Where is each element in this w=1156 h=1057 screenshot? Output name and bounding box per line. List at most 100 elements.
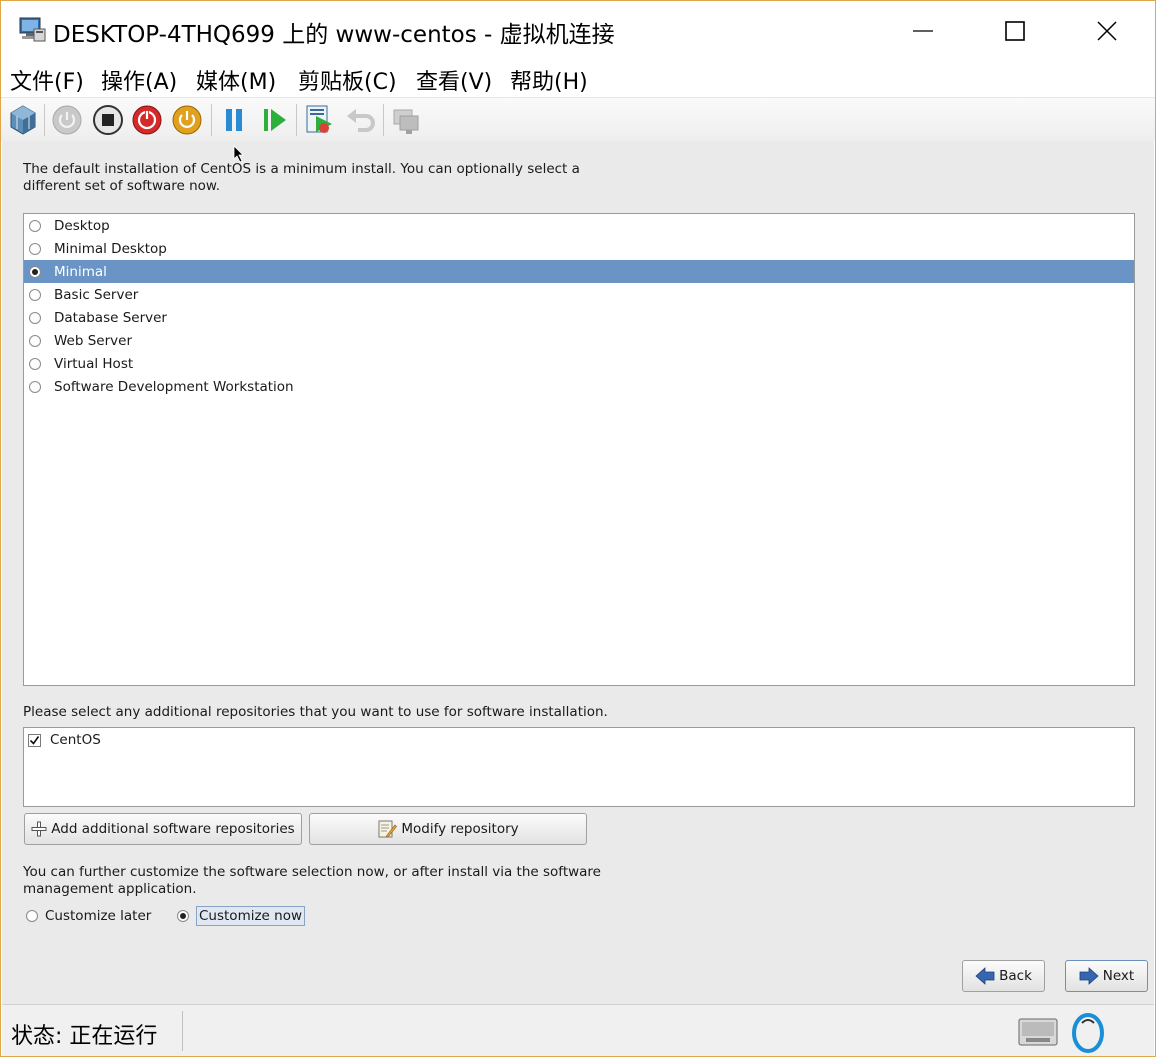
back-button[interactable]: Back bbox=[962, 960, 1045, 992]
arrow-left-icon bbox=[975, 967, 995, 985]
list-item-virtual-host[interactable]: Virtual Host bbox=[24, 352, 1134, 375]
list-item-basic-server[interactable]: Basic Server bbox=[24, 283, 1134, 306]
title-bar: DESKTOP-4THQ699 上的 www-centos - 虚拟机连接 bbox=[1, 1, 1155, 61]
radio-button[interactable] bbox=[29, 265, 41, 278]
enhanced-session-icon bbox=[393, 109, 419, 134]
checkpoint-icon bbox=[306, 105, 332, 133]
list-item-centos-repo[interactable]: CentOS bbox=[28, 731, 101, 749]
list-item-database-server[interactable]: Database Server bbox=[24, 306, 1134, 329]
menu-media[interactable]: 媒体(M) bbox=[196, 64, 276, 96]
radio-button[interactable] bbox=[29, 357, 41, 370]
enhanced-session-button[interactable] bbox=[388, 102, 424, 138]
radio-button[interactable] bbox=[26, 910, 38, 922]
toolbar-separator bbox=[383, 104, 384, 136]
close-icon bbox=[1097, 21, 1117, 41]
add-repository-button[interactable]: Add additional software repositories bbox=[24, 813, 302, 845]
list-item-web-server[interactable]: Web Server bbox=[24, 329, 1134, 352]
list-item-label: Database Server bbox=[54, 309, 167, 326]
revert-button[interactable] bbox=[342, 102, 378, 138]
status-bar: 状态: 正在运行 bbox=[2, 1004, 1154, 1056]
menu-action[interactable]: 操作(A) bbox=[101, 64, 177, 96]
site-logo bbox=[1072, 1013, 1104, 1053]
revert-icon bbox=[347, 109, 375, 132]
toolbar-separator bbox=[211, 104, 212, 136]
radio-button[interactable] bbox=[177, 910, 189, 922]
back-label: Back bbox=[999, 968, 1032, 984]
turn-off-button[interactable] bbox=[90, 102, 126, 138]
menu-clipboard[interactable]: 剪贴板(C) bbox=[298, 64, 397, 96]
ctrl-alt-del-icon bbox=[10, 105, 36, 135]
customize-later-option[interactable]: Customize later bbox=[23, 905, 151, 927]
list-item-label: Virtual Host bbox=[54, 355, 134, 372]
minimize-button[interactable] bbox=[877, 1, 969, 61]
repo-checkbox[interactable] bbox=[28, 733, 41, 747]
next-button[interactable]: Next bbox=[1065, 960, 1148, 992]
list-item-label: Minimal Desktop bbox=[54, 240, 167, 257]
repository-list[interactable]: CentOS bbox=[23, 727, 1135, 807]
customize-description: You can further customize the software s… bbox=[23, 864, 601, 897]
checkmark-icon bbox=[29, 735, 40, 745]
save-state-button[interactable] bbox=[169, 102, 205, 138]
menu-view[interactable]: 查看(V) bbox=[416, 64, 492, 96]
menu-help[interactable]: 帮助(H) bbox=[510, 64, 588, 96]
list-item-software-development-workstation[interactable]: Software Development Workstation bbox=[24, 375, 1134, 398]
maximize-icon bbox=[1005, 21, 1025, 41]
vm-screen[interactable]: The default installation of CentOS is a … bbox=[2, 141, 1154, 1004]
radio-button[interactable] bbox=[29, 288, 41, 301]
stop-icon bbox=[93, 105, 123, 135]
list-item-label: Desktop bbox=[54, 217, 110, 234]
toolbar bbox=[1, 97, 1155, 141]
edit-icon bbox=[378, 820, 398, 838]
mouse-pointer-icon bbox=[233, 145, 244, 163]
add-repository-label: Add additional software repositories bbox=[51, 821, 295, 837]
vm-status: 状态: 正在运行 bbox=[11, 1024, 158, 1049]
shutdown-button[interactable] bbox=[129, 102, 165, 138]
save-state-icon bbox=[172, 105, 202, 135]
window-title: DESKTOP-4THQ699 上的 www-centos - 虚拟机连接 bbox=[53, 22, 615, 48]
customize-now-option[interactable]: Customize now bbox=[174, 905, 306, 927]
shutdown-icon bbox=[132, 105, 162, 135]
power-icon bbox=[52, 105, 82, 135]
software-selection-list[interactable]: Desktop Minimal Desktop Minimal Basic Se… bbox=[23, 213, 1135, 686]
start-button[interactable] bbox=[49, 102, 85, 138]
vm-connection-icon bbox=[19, 17, 46, 42]
list-item-label: Basic Server bbox=[54, 286, 139, 303]
radio-button[interactable] bbox=[29, 334, 41, 347]
radio-button[interactable] bbox=[29, 311, 41, 324]
menu-bar: 文件(F) 操作(A) 媒体(M) 剪贴板(C) 查看(V) 帮助(H) bbox=[1, 61, 1155, 97]
modify-repository-button[interactable]: Modify repository bbox=[309, 813, 587, 845]
menu-file[interactable]: 文件(F) bbox=[10, 64, 84, 96]
pause-icon bbox=[226, 109, 242, 131]
list-item-label: Software Development Workstation bbox=[54, 378, 294, 395]
software-intro-text: The default installation of CentOS is a … bbox=[23, 161, 580, 194]
customize-later-label: Customize later bbox=[45, 908, 152, 924]
customize-now-label: Customize now bbox=[196, 906, 306, 926]
list-item-minimal-desktop[interactable]: Minimal Desktop bbox=[24, 237, 1134, 260]
toolbar-separator bbox=[44, 104, 45, 136]
arrow-right-icon bbox=[1079, 967, 1099, 985]
radio-button[interactable] bbox=[29, 242, 41, 255]
radio-button[interactable] bbox=[29, 380, 41, 393]
next-label: Next bbox=[1102, 968, 1135, 984]
maximize-button[interactable] bbox=[969, 1, 1061, 61]
list-item-label: Minimal bbox=[54, 263, 107, 280]
plus-icon bbox=[31, 821, 47, 837]
vm-connection-window: DESKTOP-4THQ699 上的 www-centos - 虚拟机连接 文件… bbox=[0, 0, 1156, 1057]
resume-icon bbox=[264, 109, 286, 131]
list-item-label: Web Server bbox=[54, 332, 132, 349]
modify-repository-label: Modify repository bbox=[401, 821, 519, 837]
toolbar-separator bbox=[296, 104, 297, 136]
radio-button[interactable] bbox=[29, 219, 41, 232]
list-item-desktop[interactable]: Desktop bbox=[24, 214, 1134, 237]
close-button[interactable] bbox=[1061, 1, 1153, 61]
keyboard-icon bbox=[1018, 1018, 1058, 1046]
resume-button[interactable] bbox=[256, 102, 292, 138]
repo-label: CentOS bbox=[50, 732, 101, 748]
list-item-minimal[interactable]: Minimal bbox=[24, 260, 1134, 283]
checkpoint-button[interactable] bbox=[301, 102, 337, 138]
status-separator bbox=[182, 1011, 183, 1051]
repository-prompt: Please select any additional repositorie… bbox=[23, 704, 608, 720]
pause-button[interactable] bbox=[216, 102, 252, 138]
ctrl-alt-del-button[interactable] bbox=[5, 102, 41, 138]
minimize-icon bbox=[913, 30, 933, 32]
